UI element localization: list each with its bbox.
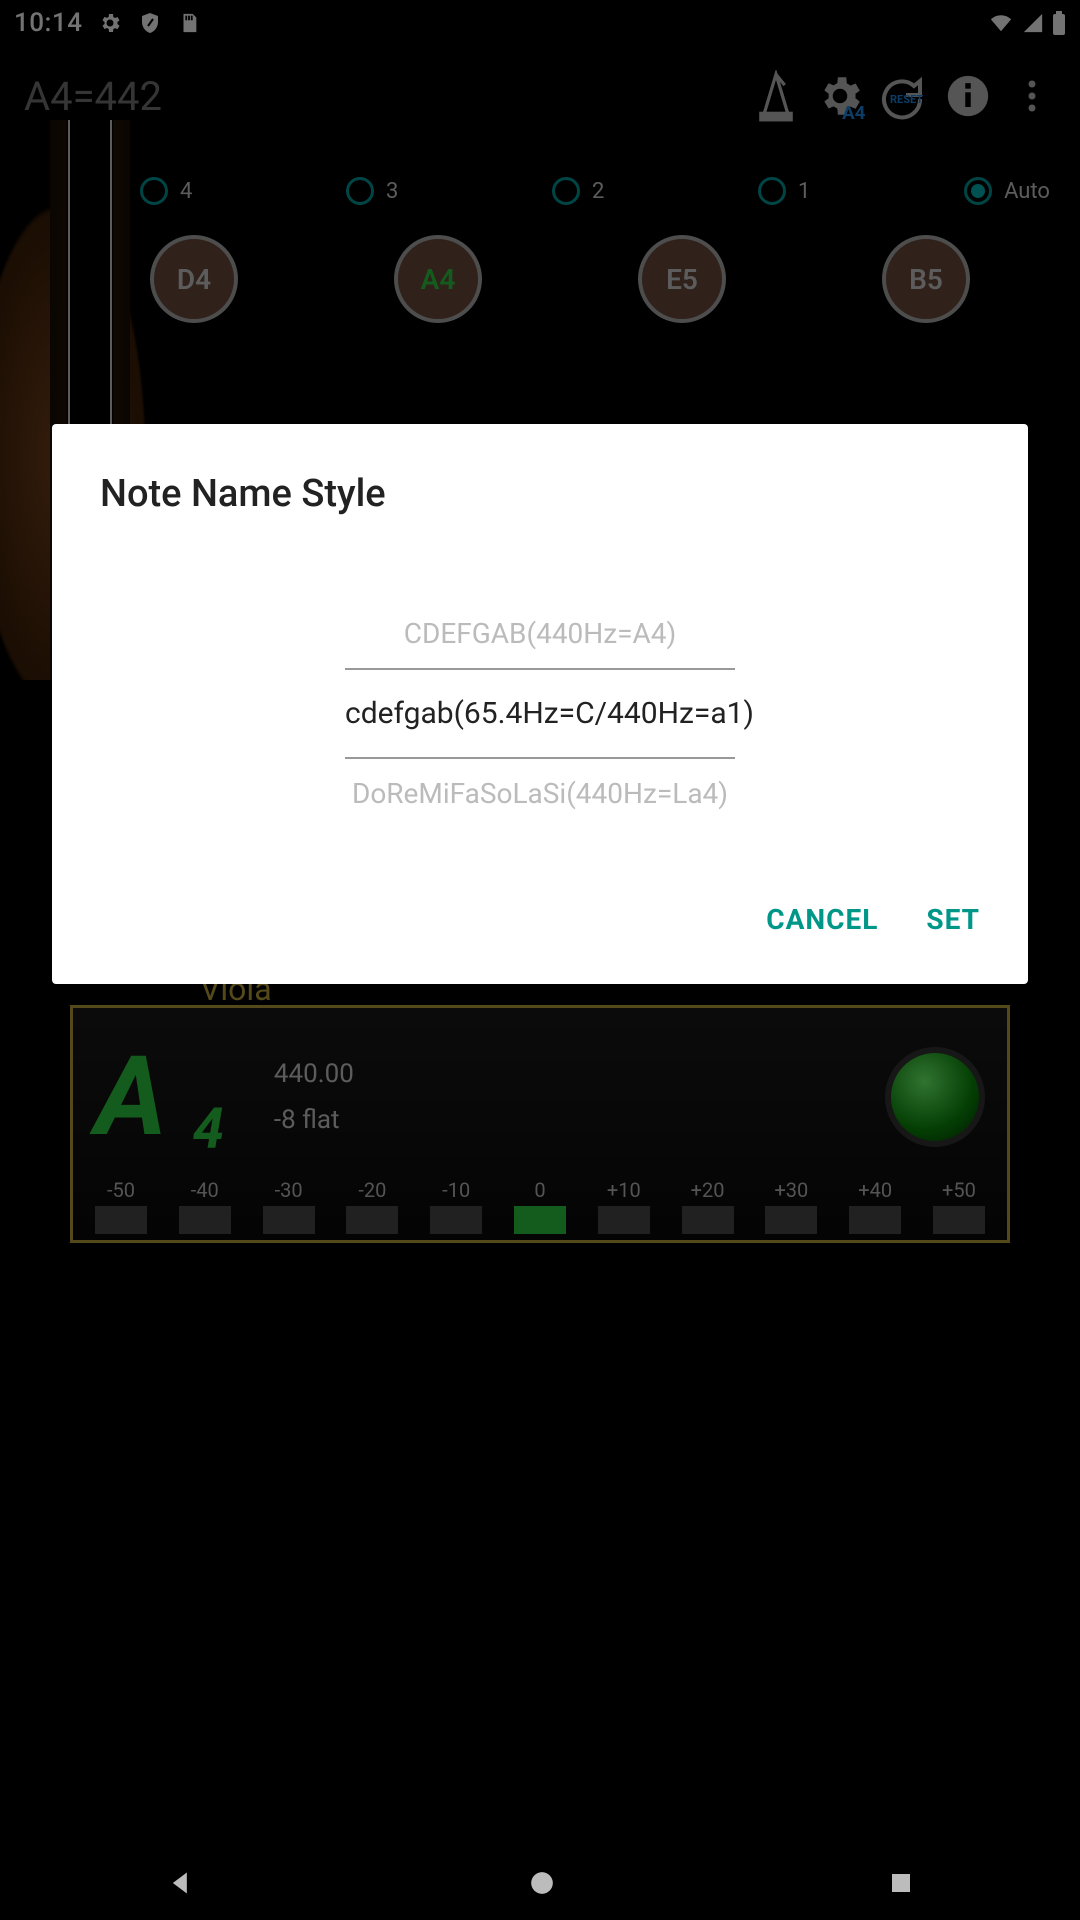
picker-option-0[interactable]: CDEFGAB(440Hz=A4) — [345, 599, 735, 668]
picker-option-2[interactable]: DoReMiFaSoLaSi(440Hz=La4) — [345, 759, 735, 828]
note-name-style-dialog: Note Name Style CDEFGAB(440Hz=A4) cdefga… — [52, 424, 1028, 984]
navigation-bar — [0, 1850, 1080, 1920]
picker-option-1[interactable]: cdefgab(65.4Hz=C/440Hz=a1) — [345, 668, 735, 759]
dialog-title: Note Name Style — [100, 472, 980, 516]
cancel-button[interactable]: CANCEL — [766, 903, 878, 936]
nav-home-icon[interactable] — [529, 1870, 555, 1900]
nav-recent-icon[interactable] — [889, 1871, 913, 1899]
dialog-picker[interactable]: CDEFGAB(440Hz=A4) cdefgab(65.4Hz=C/440Hz… — [100, 548, 980, 879]
nav-back-icon[interactable] — [167, 1869, 195, 1901]
set-button[interactable]: SET — [926, 903, 980, 936]
